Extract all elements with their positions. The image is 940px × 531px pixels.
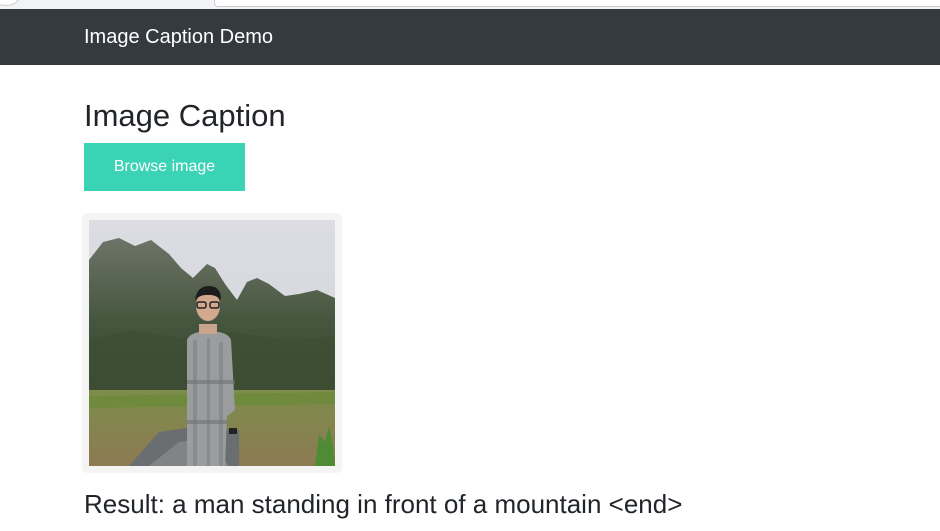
caption-text: a man standing in front of a mountain <e… — [172, 489, 683, 519]
caption-result: Result: a man standing in front of a mou… — [84, 488, 682, 520]
result-prefix: Result: — [84, 489, 165, 519]
navbar-brand[interactable]: Image Caption Demo — [84, 26, 273, 48]
browser-address-bar[interactable] — [214, 0, 940, 7]
browser-button-icon[interactable] — [0, 0, 20, 6]
browser-chrome-strip — [0, 0, 940, 9]
page-title: Image Caption — [84, 98, 286, 133]
uploaded-image — [89, 220, 335, 466]
image-thumbnail — [83, 214, 341, 472]
navbar: Image Caption Demo — [0, 9, 940, 65]
browse-image-button[interactable]: Browse image — [84, 143, 245, 191]
